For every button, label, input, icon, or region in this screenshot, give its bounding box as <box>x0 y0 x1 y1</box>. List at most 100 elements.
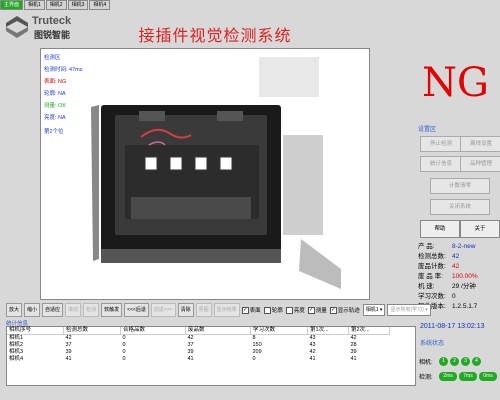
table-cell: 42 <box>187 335 194 341</box>
detect-2-status-icon: 7ms <box>459 372 477 381</box>
help-button[interactable]: 帮助 <box>420 220 460 238</box>
reset-count-button[interactable]: 计数清零 <box>430 178 490 194</box>
info-value: 0 <box>452 293 456 300</box>
show-result-button[interactable]: 显示结果 <box>213 303 240 317</box>
info-value: 42 <box>452 263 460 270</box>
page-title: 接插件视觉检测系统 <box>138 26 292 45</box>
production-info: 产 品: 8-2-new 检测总数: 42 废品计数: 42 废 品 率: 100.00% 机 … <box>418 242 498 312</box>
table-cell: 41 <box>187 356 194 362</box>
system-status-label: 系统状态 <box>420 341 445 347</box>
tab-camera-4[interactable]: 相机4 <box>89 0 111 10</box>
variety-management-button[interactable]: 品种管理 <box>460 156 500 172</box>
camera-status-label: 相机: <box>419 360 433 366</box>
soft-trigger-button[interactable]: 软触发 <box>101 303 123 317</box>
table-cell: 0 <box>122 349 126 355</box>
info-row: 废 品 率: 100.00% <box>418 272 498 282</box>
info-label: 检测总数: <box>418 253 446 260</box>
surface-result: 表面: NG <box>44 79 67 85</box>
column-header[interactable]: 第2次... <box>348 327 390 335</box>
table-row[interactable]: 相机2 37 0 37 150 43 28 <box>7 342 390 349</box>
detection-time: 检测时间: 47ms <box>44 67 83 73</box>
show-track-checkbox[interactable]: ✓ 显示轨迹 <box>329 306 360 314</box>
close-system-button[interactable]: 关闭系统 <box>430 199 490 215</box>
forward-button[interactable]: 前进>>> <box>150 303 176 317</box>
camera-select[interactable]: 相机1 ▾ <box>362 304 386 316</box>
column-header[interactable]: 学习次数 <box>250 327 308 335</box>
table-header-row: 相机序号 检测总数 合格品数 废品数 学习次数 第1次... 第2次... <box>7 327 390 335</box>
table-cell: 0 <box>252 356 256 362</box>
table-cell: 相机1 <box>9 335 24 341</box>
original-image-button[interactable]: 原图 <box>195 303 212 317</box>
stop-detection-button[interactable]: 停止检测 <box>420 136 462 152</box>
column-header[interactable]: 检测总数 <box>63 327 121 335</box>
column-header[interactable]: 第1次... <box>307 327 349 335</box>
table-cell: 8 <box>252 335 256 341</box>
table-cell: 209 <box>252 349 262 355</box>
table-cell: 相机4 <box>9 356 24 362</box>
brightness-result: 亮度: NA <box>44 115 66 121</box>
zoom-in-button[interactable]: 放大 <box>6 303 23 317</box>
table-row[interactable]: 相机4 41 0 41 0 41 41 <box>7 356 390 363</box>
back-button[interactable]: <<<后退 <box>124 303 149 317</box>
measure-checkbox-label: 测量 <box>315 308 327 314</box>
camera-2-status-icon: 2 <box>450 357 459 366</box>
detection-area-label: 检测区 <box>44 55 61 61</box>
info-row: 机 速: 29 /分钟 <box>418 282 498 292</box>
info-row: 检测总数: 42 <box>418 252 498 262</box>
table-cell: 43 <box>309 342 316 348</box>
column-header[interactable]: 废品数 <box>185 327 251 335</box>
info-value: 8-2-new <box>452 243 476 250</box>
camera-1-status-icon: 1 <box>439 357 448 366</box>
info-label: 机 速: <box>418 283 435 290</box>
connector-image <box>41 49 369 299</box>
fit-button[interactable]: 自适应 <box>42 303 64 317</box>
camera-select-value: 相机1 <box>365 307 379 313</box>
detect-status-row: 检测: 2ms 7ms 0ms <box>419 372 499 381</box>
detect-button[interactable]: 检测 <box>83 303 100 317</box>
tab-camera-3[interactable]: 相机3 <box>67 0 89 10</box>
contour-checkbox[interactable]: 轮廓 <box>263 306 283 314</box>
tab-camera-1[interactable]: 相机1 <box>24 0 45 10</box>
result-indicator: NG <box>422 60 489 106</box>
checkbox-icon: ✓ <box>307 306 315 314</box>
detect-1-status-icon: 2ms <box>439 372 457 381</box>
table-row[interactable]: 相机1 42 0 42 8 43 42 <box>7 335 390 343</box>
brightness-checkbox[interactable]: 亮度 <box>285 306 305 314</box>
tab-camera-2[interactable]: 相机2 <box>45 0 67 10</box>
brightness-checkbox-label: 亮度 <box>293 308 305 314</box>
column-header[interactable]: 合格品数 <box>120 327 186 335</box>
table-cell: 相机3 <box>9 349 24 355</box>
image-viewer[interactable]: 检测区 检测时间: 47ms 表面: NG 轮廓: NA 测量: OK 亮度: … <box>40 48 370 300</box>
logo: Truteck 图锐智能 <box>4 12 84 46</box>
camera-3-status-icon: 3 <box>461 357 470 366</box>
info-row: 产 品: 8-2-new <box>418 242 498 252</box>
info-value: 1.2.5.1.7 <box>452 303 478 310</box>
tab-main[interactable]: 主界面 <box>0 0 24 10</box>
table-cell: 37 <box>187 342 194 348</box>
measure-checkbox[interactable]: ✓ 测量 <box>307 306 327 314</box>
detect-status-label: 检测: <box>419 375 433 381</box>
table-cell: 39 <box>65 349 72 355</box>
table-cell: 相机2 <box>9 342 24 348</box>
display-mode-select[interactable]: 显示所有(学习) ▾ <box>387 304 431 316</box>
checkbox-icon <box>285 306 293 314</box>
detection-overlay: 检测区 检测时间: 47ms 表面: NG 轮廓: NA 测量: OK 亮度: … <box>44 52 83 138</box>
logo-subtitle: 图锐智能 <box>34 30 71 40</box>
logo-name: Truteck <box>32 15 72 27</box>
table-cell: 0 <box>122 356 126 362</box>
offline-settings-button[interactable]: 离线设置 <box>460 136 500 152</box>
column-header[interactable]: 相机序号 <box>7 327 64 335</box>
info-value: 100.00% <box>452 273 478 280</box>
clear-button[interactable]: 清除 <box>177 303 194 317</box>
about-button[interactable]: 关于 <box>460 220 500 238</box>
info-row: 废品计数: 42 <box>418 262 498 272</box>
table-row[interactable]: 相机3 39 0 39 209 42 39 <box>7 349 390 356</box>
statistics-button[interactable]: 统计信息 <box>420 156 462 172</box>
zoom-out-button[interactable]: 缩小 <box>24 303 41 317</box>
info-label: 废品计数: <box>418 263 446 270</box>
scroll-button[interactable]: 滚动 <box>65 303 82 317</box>
surface-checkbox[interactable]: ✓ 表面 <box>241 306 261 314</box>
table-cell: 39 <box>350 349 357 355</box>
station-label: 第2个位 <box>44 129 64 135</box>
surface-checkbox-label: 表面 <box>249 308 261 314</box>
